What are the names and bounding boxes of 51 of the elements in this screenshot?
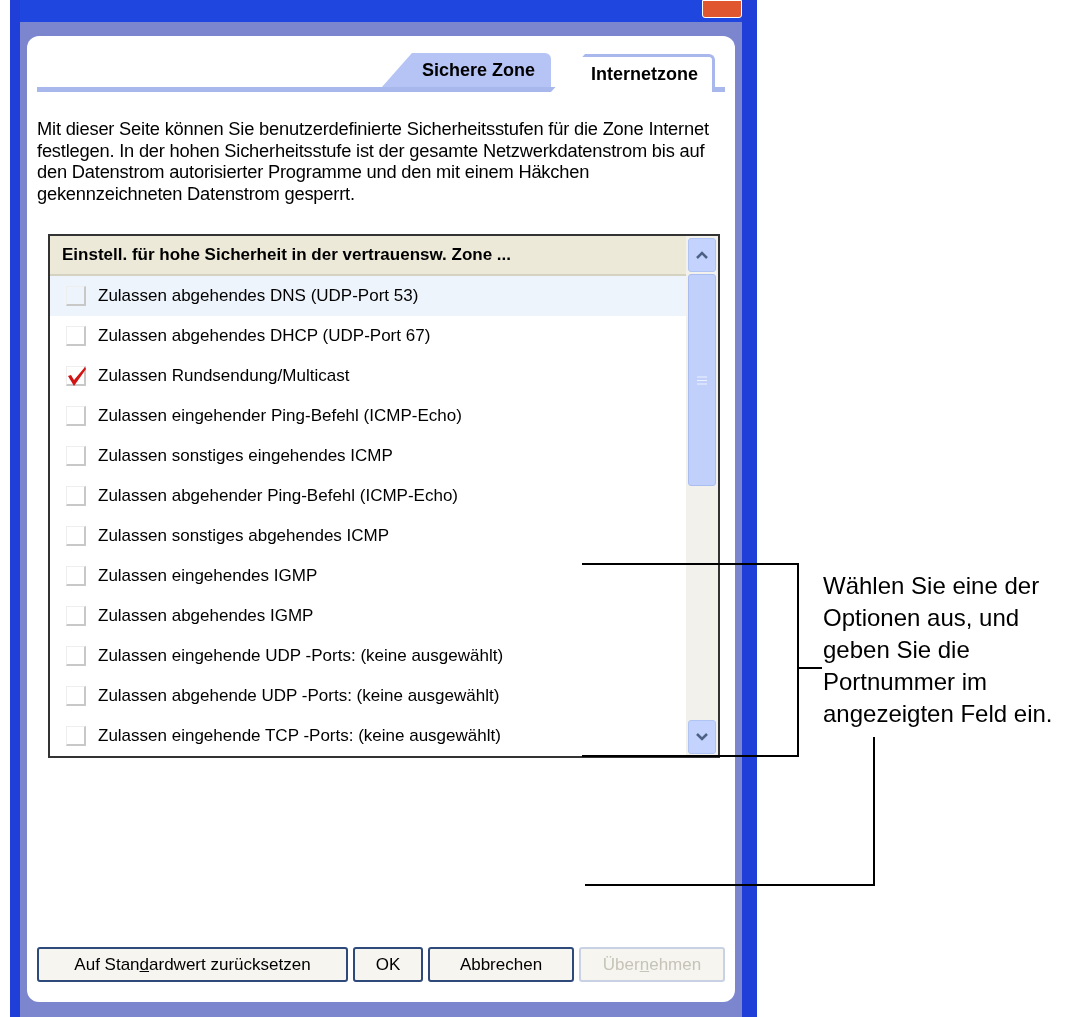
option-label: Zulassen abgehender Ping-Befehl (ICMP-Echo) <box>98 485 459 508</box>
list-row[interactable]: Zulassen abgehendes DHCP (UDP-Port 67) <box>50 316 686 356</box>
list-row[interactable]: Zulassen eingehende UDP -Ports: (keine ausgewählt) <box>50 636 686 676</box>
scroll-thumb[interactable] <box>688 274 716 486</box>
scroll-up-button[interactable] <box>688 238 716 272</box>
option-label: Zulassen Rundsendung/Multicast <box>98 365 350 388</box>
option-label: Zulassen eingehender Ping-Befehl (ICMP-Echo) <box>98 405 462 428</box>
callout-text: Wählen Sie eine der Optionen aus, und geben Sie die Portnummer im angezeigten Feld ein. <box>823 571 1054 729</box>
scrollbar[interactable] <box>686 236 718 756</box>
tab[interactable]: Internetzone <box>551 54 715 92</box>
list-row[interactable]: Zulassen abgehender Ping-Befehl (ICMP-Echo) <box>50 476 686 516</box>
list-row[interactable]: Zulassen abgehendes DNS (UDP-Port 53) <box>50 276 686 316</box>
list-row[interactable]: Zulassen sonstiges eingehendes ICMP <box>50 436 686 476</box>
checkbox[interactable] <box>66 606 86 626</box>
option-label: Zulassen eingehende UDP -Ports: (keine ausgewählt) <box>98 645 504 668</box>
dialog-button[interactable]: Abbrechen <box>428 947 574 982</box>
option-label: Zulassen abgehendes DHCP (UDP-Port 67) <box>98 325 431 348</box>
list-row[interactable]: Zulassen abgehende UDP -Ports: (keine ausgewählt) <box>50 676 686 716</box>
list-row[interactable]: Zulassen abgehendes IGMP <box>50 596 686 636</box>
checkbox[interactable] <box>66 286 86 306</box>
list-row[interactable]: Zulassen eingehende TCP -Ports: (keine ausgewählt) <box>50 716 686 756</box>
list-row[interactable]: Zulassen Rundsendung/Multicast <box>50 356 686 396</box>
grip-icon <box>697 375 707 385</box>
description-text: Mit dieser Seite können Sie benutzerdefinierte Sicherheitsstufen für die Zone Internet festlegen. In der hohen Sicherheitsstufe ist der gesamte Netzwerkdatenstrom bis auf den Datenstrom autorisierter Programme und den mit einem Häkchen gekennzeichneten Datenstrom gesperrt. <box>37 118 710 204</box>
checkbox[interactable] <box>66 686 86 706</box>
checkbox[interactable] <box>66 566 86 586</box>
option-label: Zulassen abgehendes IGMP <box>98 605 314 628</box>
option-label: Zulassen sonstiges eingehendes ICMP <box>98 445 393 468</box>
scroll-down-button[interactable] <box>688 720 716 754</box>
tab[interactable]: Sichere Zone <box>381 53 551 87</box>
option-label: Zulassen abgehende UDP -Ports: (keine ausgewählt) <box>98 685 500 708</box>
checkbox[interactable] <box>66 646 86 666</box>
checkbox[interactable] <box>66 446 86 466</box>
check-icon <box>67 367 87 387</box>
list-row[interactable]: Zulassen sonstiges abgehendes ICMP <box>50 516 686 556</box>
list-row[interactable]: Zulassen eingehendes IGMP <box>50 556 686 596</box>
option-label: Zulassen eingehende TCP -Ports: (keine ausgewählt) <box>98 725 501 748</box>
checkbox[interactable] <box>66 526 86 546</box>
option-label: Zulassen sonstiges abgehendes ICMP <box>98 525 390 548</box>
checkbox[interactable] <box>66 366 86 386</box>
checkbox[interactable] <box>66 726 86 746</box>
checkbox[interactable] <box>66 486 86 506</box>
close-button[interactable] <box>702 0 742 18</box>
option-label: Zulassen eingehendes IGMP <box>98 565 318 588</box>
checkbox[interactable] <box>66 406 86 426</box>
list-row[interactable]: Zulassen eingehender Ping-Befehl (ICMP-Echo) <box>50 396 686 436</box>
option-label: Zulassen abgehendes DNS (UDP-Port 53) <box>98 285 419 308</box>
checkbox[interactable] <box>66 326 86 346</box>
dialog-button[interactable]: OK <box>353 947 423 982</box>
dialog-button[interactable]: Auf Standardwert zurücksetzen <box>37 947 348 982</box>
column-header[interactable]: Einstell. für hohe Sicherheit in der vertrauensw. Zone ... <box>50 236 686 276</box>
